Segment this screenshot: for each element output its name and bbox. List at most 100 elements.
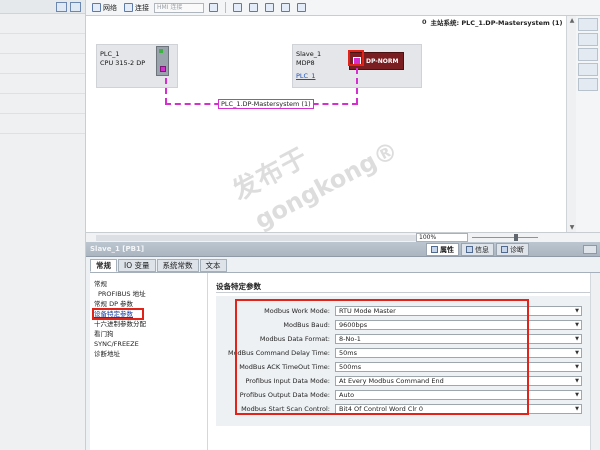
connect-button-label: 连接 bbox=[135, 3, 149, 12]
chevron-down-icon: ▼ bbox=[575, 336, 579, 342]
chevron-down-icon: ▼ bbox=[575, 308, 579, 314]
chevron-down-icon: ▼ bbox=[575, 392, 579, 398]
connect-button[interactable]: 连接 bbox=[122, 2, 151, 14]
bus-wire bbox=[165, 78, 167, 104]
chevron-down-icon: ▼ bbox=[575, 322, 579, 328]
inspector-tabs: 属性 信息 诊断 bbox=[426, 243, 529, 256]
device-params-content: 设备特定参数 Modbus Work Mode: RTU Mode Master… bbox=[212, 273, 600, 450]
side-task-panel bbox=[576, 16, 600, 232]
section-divider bbox=[216, 292, 596, 293]
params-highlight-box bbox=[235, 299, 529, 415]
master-system-number: 0 bbox=[422, 18, 427, 26]
zoom-slider-track[interactable] bbox=[472, 237, 538, 238]
toolbar-separator bbox=[225, 2, 226, 13]
bus-wire bbox=[356, 68, 358, 104]
property-tabs: 常规 IO 变量 系统常数 文本 bbox=[90, 259, 227, 272]
slave-name: Slave_1 bbox=[296, 50, 322, 58]
nav-item-hex-param-assignment[interactable]: 十六进制参数分配 bbox=[90, 319, 207, 329]
side-tab[interactable] bbox=[578, 78, 598, 91]
view-toggle-icon-2[interactable] bbox=[70, 2, 81, 12]
toolbar-tool-4[interactable] bbox=[279, 2, 292, 14]
info-icon bbox=[466, 246, 473, 253]
left-panel-row bbox=[0, 74, 85, 94]
chevron-down-icon: ▼ bbox=[575, 350, 579, 356]
nav-item-diagnostic-address[interactable]: 诊断地址 bbox=[90, 349, 207, 359]
network-button-label: 网络 bbox=[103, 3, 117, 12]
property-body: 常规 PROFIBUS 地址 常规 DP 参数 设备特定参数 十六进制参数分配 … bbox=[90, 272, 600, 450]
chevron-down-icon: ▼ bbox=[575, 364, 579, 370]
zoom-in-button[interactable] bbox=[295, 2, 308, 14]
left-panel-row bbox=[0, 54, 85, 74]
toolbar-tool-3[interactable] bbox=[263, 2, 276, 14]
tab-info-label: 信息 bbox=[475, 245, 489, 254]
tool-icon bbox=[233, 3, 242, 12]
side-tab[interactable] bbox=[578, 18, 598, 31]
zoom-bar: 100% bbox=[86, 232, 600, 242]
side-tab[interactable] bbox=[578, 63, 598, 76]
profibus-port-icon[interactable] bbox=[160, 66, 166, 72]
side-tab[interactable] bbox=[578, 33, 598, 46]
left-project-panel bbox=[0, 0, 86, 450]
left-panel-toolbar bbox=[0, 0, 85, 14]
left-panel-row bbox=[0, 94, 85, 114]
toolbar-tool-2[interactable] bbox=[247, 2, 260, 14]
connect-icon bbox=[124, 3, 133, 12]
zoom-select[interactable]: 100% bbox=[416, 233, 468, 242]
tab-properties-label: 属性 bbox=[440, 245, 454, 254]
cpu-module[interactable] bbox=[156, 46, 169, 76]
tab-properties[interactable]: 属性 bbox=[426, 243, 459, 256]
tab-texts[interactable]: 文本 bbox=[199, 259, 227, 272]
view-toggle-icon[interactable] bbox=[56, 2, 67, 12]
properties-title: Slave_1 [PB1] bbox=[90, 245, 145, 253]
left-panel-row bbox=[0, 114, 85, 134]
diagnostics-icon bbox=[501, 246, 508, 253]
tool-icon bbox=[281, 3, 290, 12]
chevron-down-icon: ▼ bbox=[575, 378, 579, 384]
port-highlight-box bbox=[348, 50, 364, 66]
nav-item-general[interactable]: 常规 bbox=[90, 279, 207, 289]
slave-master-link[interactable]: PLC_1 bbox=[296, 72, 315, 80]
master-system-label: 主站系统: PLC_1.DP-Mastersystem (1) bbox=[430, 19, 563, 27]
hmi-connection-select[interactable]: HMI 连接 bbox=[154, 2, 204, 13]
tab-general[interactable]: 常规 bbox=[90, 259, 117, 272]
network-icon bbox=[92, 3, 101, 12]
network-view-toolbar: 网络 连接 HMI 连接 bbox=[86, 0, 600, 16]
left-panel-row bbox=[0, 34, 85, 54]
params-scrollbar[interactable] bbox=[590, 273, 600, 450]
tab-diagnostics[interactable]: 诊断 bbox=[496, 243, 529, 256]
master-system-header: 0 主站系统: PLC_1.DP-Mastersystem (1) bbox=[422, 16, 572, 28]
tool-icon bbox=[265, 3, 274, 12]
tool-icon bbox=[249, 3, 258, 12]
section-title: 设备特定参数 bbox=[216, 282, 261, 291]
chevron-down-icon bbox=[209, 3, 218, 12]
nav-highlight-box bbox=[92, 308, 144, 320]
zoom-icon bbox=[297, 3, 306, 12]
run-led-icon bbox=[159, 49, 163, 53]
bus-label[interactable]: PLC_1.DP-Mastersystem (1) bbox=[218, 99, 314, 109]
panel-controls[interactable] bbox=[583, 245, 597, 254]
network-canvas[interactable]: PLC_1 CPU 315-2 DP Slave_1 MDP8 PLC_1 DP… bbox=[86, 28, 566, 233]
dp-module-label: DP-NORM bbox=[366, 58, 399, 65]
canvas-horizontal-scrollbar[interactable] bbox=[96, 235, 416, 241]
network-button[interactable]: 网络 bbox=[90, 2, 119, 14]
properties-title-bar: Slave_1 [PB1] 属性 信息 诊断 bbox=[86, 242, 600, 257]
canvas-vertical-scrollbar[interactable]: ▲ ▼ bbox=[566, 16, 576, 232]
nav-item-profibus-address[interactable]: PROFIBUS 地址 bbox=[90, 289, 207, 299]
zoom-slider-thumb[interactable] bbox=[514, 234, 518, 241]
nav-item-watchdog[interactable]: 看门狗 bbox=[90, 329, 207, 339]
chevron-down-icon: ▼ bbox=[575, 406, 579, 412]
nav-item-sync-freeze[interactable]: SYNC/FREEZE bbox=[90, 339, 207, 349]
dropdown-button[interactable] bbox=[207, 2, 220, 14]
plc-type: CPU 315-2 DP bbox=[100, 59, 146, 67]
side-tab[interactable] bbox=[578, 48, 598, 61]
tab-info[interactable]: 信息 bbox=[461, 243, 494, 256]
properties-panel: Slave_1 [PB1] 属性 信息 诊断 常规 IO 变量 系统常数 文本 … bbox=[86, 242, 600, 450]
property-nav-tree: 常规 PROFIBUS 地址 常规 DP 参数 设备特定参数 十六进制参数分配 … bbox=[90, 273, 208, 450]
tab-diagnostics-label: 诊断 bbox=[510, 245, 524, 254]
left-panel-row bbox=[0, 14, 85, 34]
slave-type: MDP8 bbox=[296, 59, 315, 67]
toolbar-tool-1[interactable] bbox=[231, 2, 244, 14]
tab-system-constants[interactable]: 系统常数 bbox=[156, 259, 199, 272]
properties-icon bbox=[431, 246, 438, 253]
tab-io-tags[interactable]: IO 变量 bbox=[118, 259, 156, 272]
